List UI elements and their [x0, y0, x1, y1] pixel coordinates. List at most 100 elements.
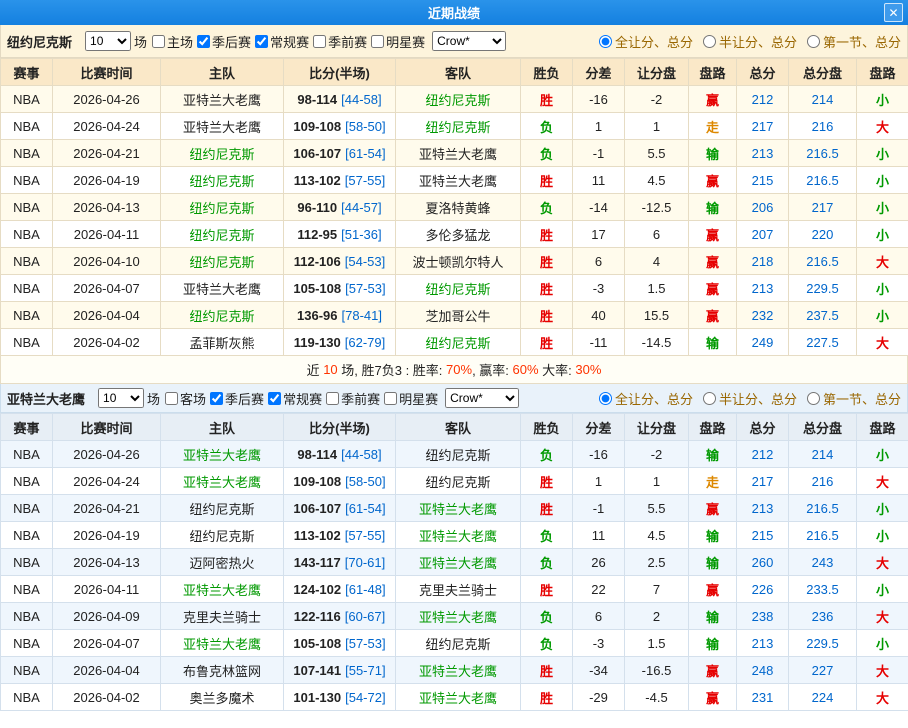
total-points-cell: 213: [737, 630, 789, 657]
half-score: [44-58]: [341, 92, 381, 107]
point-diff-cell: 40: [573, 302, 625, 329]
date-cell: 2026-04-26: [53, 86, 161, 113]
filter-checkbox[interactable]: 常规赛: [268, 389, 322, 408]
score-cell: 109-108[58-50]: [284, 113, 396, 140]
column-header: 总分盘: [789, 414, 857, 441]
total-line-cell: 216.5: [789, 495, 857, 522]
summary-bar: 近 10 场, 胜7负3 : 胜率: 70%, 赢率: 60% 大率: 30%: [0, 356, 908, 384]
home-team-cell: 纽约尼克斯: [161, 221, 284, 248]
score-cell: 112-95 [51-36]: [284, 221, 396, 248]
point-diff-cell: -3: [573, 630, 625, 657]
date-cell: 2026-04-07: [53, 630, 161, 657]
full-score: 101-130: [293, 690, 341, 705]
score-cell: 106-107[61-54]: [284, 140, 396, 167]
filter-checkbox[interactable]: 季前赛: [326, 389, 380, 408]
column-header: 总分: [737, 59, 789, 86]
filter-checkbox[interactable]: 季后赛: [210, 389, 264, 408]
handicap-result-cell: 赢: [689, 86, 737, 113]
radio-input[interactable]: [599, 392, 612, 405]
handicap-line-cell: -4.5: [625, 684, 689, 711]
radio-label: 全让分、总分: [615, 32, 693, 51]
checkbox-input[interactable]: [152, 35, 165, 48]
away-team-cell: 纽约尼克斯: [396, 441, 521, 468]
away-team-cell: 亚特兰大老鹰: [396, 522, 521, 549]
home-team-cell: 克里夫兰骑士: [161, 603, 284, 630]
point-diff-cell: 11: [573, 522, 625, 549]
filter-checkbox[interactable]: 季前赛: [313, 32, 367, 51]
checkbox-input[interactable]: [326, 392, 339, 405]
team-filter-select[interactable]: Crow*: [445, 388, 519, 408]
filter-checkbox[interactable]: 客场: [165, 389, 206, 408]
checkbox-input[interactable]: [268, 392, 281, 405]
score-cell: 105-108[57-53]: [284, 275, 396, 302]
home-team-cell: 纽约尼克斯: [161, 167, 284, 194]
score-cell: 113-102[57-55]: [284, 522, 396, 549]
half-score: [51-36]: [341, 227, 381, 242]
radio-input[interactable]: [703, 35, 716, 48]
total-result-cell: 大: [857, 603, 908, 630]
total-points-cell: 213: [737, 275, 789, 302]
away-team-cell: 纽约尼克斯: [396, 275, 521, 302]
total-points-cell: 248: [737, 657, 789, 684]
filter-checkbox[interactable]: 常规赛: [255, 32, 309, 51]
results-table: 赛事比赛时间主队比分(半场)客队胜负分差让分盘盘路总分总分盘盘路 NBA2026…: [0, 58, 908, 356]
checkbox-input[interactable]: [197, 35, 210, 48]
half-score: [57-55]: [345, 528, 385, 543]
radio-input[interactable]: [807, 35, 820, 48]
total-result-cell: 大: [857, 549, 908, 576]
handicap-line-cell: -12.5: [625, 194, 689, 221]
checkbox-input[interactable]: [371, 35, 384, 48]
date-cell: 2026-04-04: [53, 302, 161, 329]
filter-checkbox[interactable]: 季后赛: [197, 32, 251, 51]
checkbox-label: 明星赛: [386, 32, 425, 51]
radio-input[interactable]: [807, 392, 820, 405]
checkbox-input[interactable]: [165, 392, 178, 405]
home-team-cell: 亚特兰大老鹰: [161, 86, 284, 113]
games-count-select[interactable]: 10: [85, 31, 131, 51]
away-team-cell: 亚特兰大老鹰: [396, 495, 521, 522]
total-line-cell: 214: [789, 86, 857, 113]
stat-mode-radio[interactable]: 半让分、总分: [703, 32, 797, 51]
checkbox-label: 常规赛: [283, 389, 322, 408]
column-header: 主队: [161, 414, 284, 441]
radio-input[interactable]: [599, 35, 612, 48]
column-header: 分差: [573, 414, 625, 441]
total-result-cell: 小: [857, 441, 908, 468]
total-line-cell: 236: [789, 603, 857, 630]
total-line-cell: 216.5: [789, 522, 857, 549]
full-score: 107-141: [293, 663, 341, 678]
filter-checkbox[interactable]: 主场: [152, 32, 193, 51]
half-score: [58-50]: [345, 474, 385, 489]
stat-mode-radio[interactable]: 全让分、总分: [599, 389, 693, 408]
date-cell: 2026-04-19: [53, 522, 161, 549]
stat-mode-radio[interactable]: 半让分、总分: [703, 389, 797, 408]
half-score: [54-72]: [345, 690, 385, 705]
checkbox-input[interactable]: [255, 35, 268, 48]
stat-mode-radio[interactable]: 第一节、总分: [807, 32, 901, 51]
total-line-cell: 224: [789, 684, 857, 711]
table-body: NBA2026-04-26亚特兰大老鹰98-114[44-58]纽约尼克斯胜-1…: [1, 86, 908, 356]
radio-input[interactable]: [703, 392, 716, 405]
column-header: 比赛时间: [53, 59, 161, 86]
score-cell: 96-110[44-57]: [284, 194, 396, 221]
total-result-cell: 小: [857, 302, 908, 329]
stat-mode-radio[interactable]: 全让分、总分: [599, 32, 693, 51]
team-filter-select[interactable]: Crow*: [432, 31, 506, 51]
checkbox-input[interactable]: [384, 392, 397, 405]
full-score: 98-114: [297, 447, 337, 462]
checkbox-input[interactable]: [313, 35, 326, 48]
full-score: 112-95: [297, 227, 337, 242]
close-button[interactable]: ✕: [884, 3, 903, 22]
checkbox-input[interactable]: [210, 392, 223, 405]
handicap-result-cell: 赢: [689, 576, 737, 603]
stat-mode-radio[interactable]: 第一节、总分: [807, 389, 901, 408]
half-score: [60-67]: [345, 609, 385, 624]
handicap-result-cell: 走: [689, 113, 737, 140]
full-score: 109-108: [293, 474, 341, 489]
filter-checkbox[interactable]: 明星赛: [371, 32, 425, 51]
handicap-result-cell: 赢: [689, 684, 737, 711]
game-row: NBA2026-04-09克里夫兰骑士122-116[60-67]亚特兰大老鹰负…: [1, 603, 908, 630]
games-count-select[interactable]: 10: [98, 388, 144, 408]
filter-checkbox[interactable]: 明星赛: [384, 389, 438, 408]
stat-mode-radio-group: 全让分、总分半让分、总分第一节、总分: [589, 32, 901, 51]
